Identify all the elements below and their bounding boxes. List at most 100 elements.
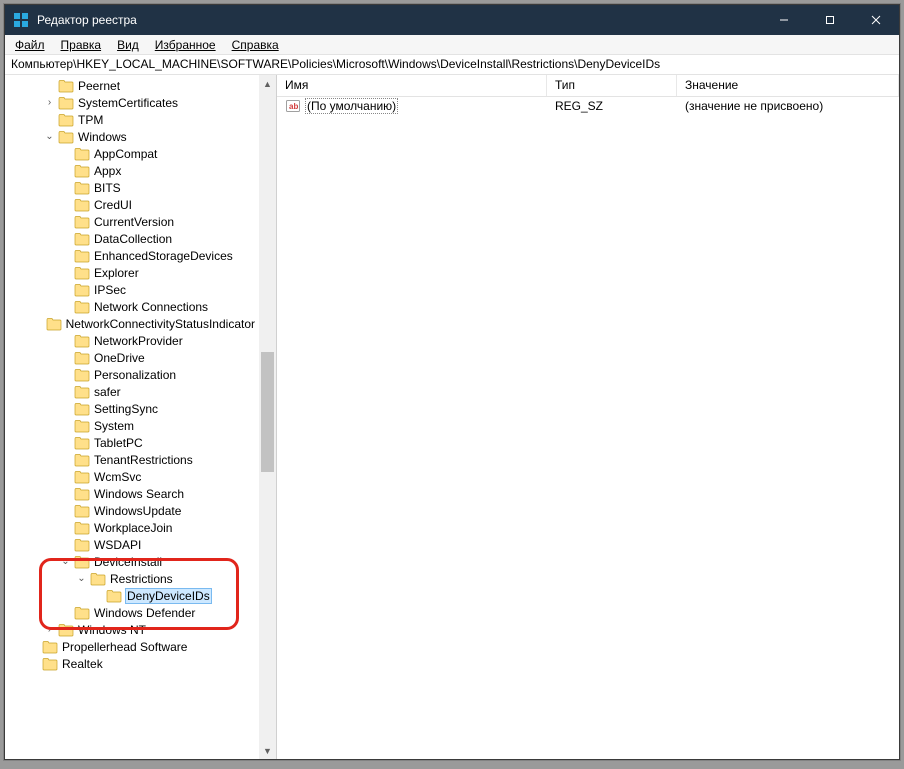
- tree-item-label: Windows: [78, 130, 127, 144]
- menu-help[interactable]: Справка: [224, 36, 287, 54]
- scroll-up-icon[interactable]: ▲: [259, 75, 276, 92]
- tree-item[interactable]: Explorer: [5, 264, 259, 281]
- chevron-right-icon: [59, 538, 72, 551]
- tree-item[interactable]: ⌄DeviceInstall: [5, 553, 259, 570]
- tree-item[interactable]: Appx: [5, 162, 259, 179]
- tree-item[interactable]: DataCollection: [5, 230, 259, 247]
- chevron-right-icon: [43, 113, 56, 126]
- tree-item[interactable]: ⌄ Windows: [5, 128, 259, 145]
- list-body: ab(По умолчанию)REG_SZ(значение не присв…: [277, 97, 899, 115]
- folder-icon: [74, 283, 90, 297]
- address-text: Компьютер\HKEY_LOCAL_MACHINE\SOFTWARE\Po…: [11, 57, 660, 71]
- tree-item[interactable]: Propellerhead Software: [5, 638, 259, 655]
- tree-item-label: safer: [94, 385, 121, 399]
- tree-item[interactable]: WorkplaceJoin: [5, 519, 259, 536]
- folder-icon: [74, 334, 90, 348]
- tree-item[interactable]: DenyDeviceIDs: [5, 587, 259, 604]
- maximize-button[interactable]: [807, 5, 853, 35]
- tree-item[interactable]: TPM: [5, 111, 259, 128]
- tree-item[interactable]: NetworkConnectivityStatusIndicator: [5, 315, 259, 332]
- tree-item[interactable]: BITS: [5, 179, 259, 196]
- tree-item[interactable]: Peernet: [5, 77, 259, 94]
- chevron-right-icon: [91, 589, 104, 602]
- folder-icon: [74, 487, 90, 501]
- folder-icon: [42, 657, 58, 671]
- tree-view[interactable]: Peernet›SystemCertificatesTPM⌄WindowsApp…: [5, 75, 259, 759]
- chevron-right-icon: [59, 368, 72, 381]
- tree-item[interactable]: NetworkProvider: [5, 332, 259, 349]
- value-type: REG_SZ: [547, 99, 677, 113]
- tree-item-label: Propellerhead Software: [62, 640, 187, 654]
- folder-icon: [58, 113, 74, 127]
- folder-icon: [74, 147, 90, 161]
- value-row[interactable]: ab(По умолчанию)REG_SZ(значение не присв…: [277, 97, 899, 115]
- tree-item-label: System: [94, 419, 134, 433]
- chevron-right-icon: [59, 419, 72, 432]
- menu-view[interactable]: Вид: [109, 36, 147, 54]
- tree-item[interactable]: IPSec: [5, 281, 259, 298]
- chevron-down-icon[interactable]: ⌄: [75, 572, 88, 585]
- tree-item[interactable]: WSDAPI: [5, 536, 259, 553]
- chevron-right-icon: [59, 283, 72, 296]
- folder-icon: [74, 351, 90, 365]
- tree-item[interactable]: System: [5, 417, 259, 434]
- chevron-down-icon[interactable]: ⌄: [59, 555, 72, 568]
- col-header-type[interactable]: Тип: [547, 75, 677, 96]
- folder-icon: [42, 640, 58, 654]
- tree-scrollbar[interactable]: ▲ ▼: [259, 75, 276, 759]
- chevron-right-icon: [43, 79, 56, 92]
- col-header-name[interactable]: Имя: [277, 75, 547, 96]
- menu-favorites[interactable]: Избранное: [147, 36, 224, 54]
- chevron-right-icon: [59, 249, 72, 262]
- folder-icon: [74, 453, 90, 467]
- tree-item[interactable]: safer: [5, 383, 259, 400]
- scroll-track[interactable]: [259, 92, 276, 742]
- tree-item[interactable]: WcmSvc: [5, 468, 259, 485]
- col-header-data[interactable]: Значение: [677, 75, 899, 96]
- address-bar[interactable]: Компьютер\HKEY_LOCAL_MACHINE\SOFTWARE\Po…: [5, 55, 899, 75]
- tree-item[interactable]: TenantRestrictions: [5, 451, 259, 468]
- tree-item[interactable]: WindowsUpdate: [5, 502, 259, 519]
- tree-item[interactable]: EnhancedStorageDevices: [5, 247, 259, 264]
- chevron-right-icon[interactable]: ›: [43, 623, 56, 636]
- chevron-right-icon[interactable]: ›: [43, 96, 56, 109]
- chevron-right-icon: [59, 164, 72, 177]
- tree-item-label: CurrentVersion: [94, 215, 174, 229]
- tree-item[interactable]: Network Connections: [5, 298, 259, 315]
- minimize-button[interactable]: [761, 5, 807, 35]
- tree-item[interactable]: SettingSync: [5, 400, 259, 417]
- chevron-right-icon: [59, 521, 72, 534]
- tree-item[interactable]: Windows Search: [5, 485, 259, 502]
- tree-item[interactable]: AppCompat: [5, 145, 259, 162]
- chevron-right-icon: [59, 181, 72, 194]
- tree-item[interactable]: CurrentVersion: [5, 213, 259, 230]
- tree-pane: Peernet›SystemCertificatesTPM⌄WindowsApp…: [5, 75, 277, 759]
- titlebar[interactable]: Редактор реестра: [5, 5, 899, 35]
- tree-item[interactable]: Personalization: [5, 366, 259, 383]
- tree-item-label: DataCollection: [94, 232, 172, 246]
- chevron-down-icon[interactable]: ⌄: [43, 130, 56, 143]
- tree-item[interactable]: OneDrive: [5, 349, 259, 366]
- tree-item[interactable]: ⌄Restrictions: [5, 570, 259, 587]
- tree-item[interactable]: ›Windows NT: [5, 621, 259, 638]
- chevron-right-icon: [27, 640, 40, 653]
- tree-item[interactable]: ›SystemCertificates: [5, 94, 259, 111]
- tree-item-label: WSDAPI: [94, 538, 141, 552]
- chevron-right-icon: [59, 487, 72, 500]
- chevron-right-icon[interactable]: [27, 657, 40, 670]
- scroll-down-icon[interactable]: ▼: [259, 742, 276, 759]
- folder-icon: [74, 538, 90, 552]
- value-data: (значение не присвоено): [677, 99, 899, 113]
- tree-item-label: BITS: [94, 181, 121, 195]
- menu-edit[interactable]: Правка: [53, 36, 110, 54]
- tree-item[interactable]: CredUI: [5, 196, 259, 213]
- tree-item[interactable]: Realtek: [5, 655, 259, 672]
- close-button[interactable]: [853, 5, 899, 35]
- tree-item-label: Network Connections: [94, 300, 208, 314]
- scroll-thumb[interactable]: [261, 352, 274, 472]
- window-title: Редактор реестра: [37, 13, 137, 27]
- tree-item-label: CredUI: [94, 198, 132, 212]
- tree-item[interactable]: TabletPC: [5, 434, 259, 451]
- tree-item[interactable]: Windows Defender: [5, 604, 259, 621]
- menu-file[interactable]: Файл: [7, 36, 53, 54]
